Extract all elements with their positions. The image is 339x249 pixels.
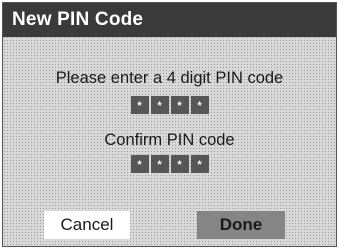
new-pin-dialog: New PIN Code Please enter a 4 digit PIN … [2,2,337,247]
dialog-titlebar: New PIN Code [3,3,336,37]
confirm-digit-2[interactable]: * [150,155,169,173]
pin-digit-1[interactable]: * [130,96,149,114]
done-button[interactable]: Done [197,211,285,239]
pin-digit-2[interactable]: * [150,96,169,114]
pin-digit-4[interactable]: * [190,96,209,114]
pin-confirm-field[interactable]: * * * * [3,155,336,173]
enter-pin-prompt: Please enter a 4 digit PIN code [55,69,284,87]
confirm-pin-prompt: Confirm PIN code [104,131,235,149]
pin-entry-field[interactable]: * * * * [3,96,336,114]
cancel-button[interactable]: Cancel [44,211,130,239]
dialog-title: New PIN Code [12,9,144,30]
confirm-digit-1[interactable]: * [130,155,149,173]
confirm-digit-3[interactable]: * [170,155,189,173]
pin-digit-3[interactable]: * [170,96,189,114]
confirm-digit-4[interactable]: * [190,155,209,173]
